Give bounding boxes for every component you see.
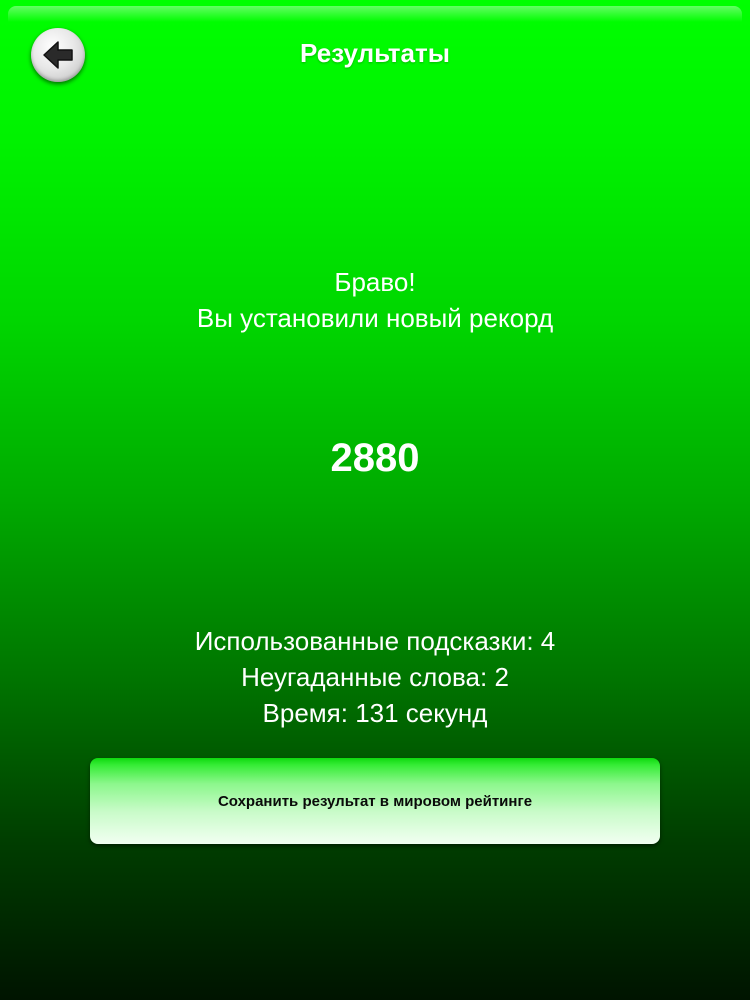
results-screen: Результаты Браво! Вы установили новый ре… [0,0,750,1000]
record-message: Браво! Вы установили новый рекорд [0,264,750,336]
new-record-text: Вы установили новый рекорд [196,303,554,333]
top-bar-highlight [8,6,742,22]
score-value: 2880 [330,436,420,480]
save-to-world-ranking-button[interactable]: Сохранить результат в мировом рейтинге [90,758,660,844]
bravo-text: Браво! [334,267,416,297]
save-button-label: Сохранить результат в мировом рейтинге [217,792,533,810]
page-title: Результаты [300,38,450,68]
stats-block: Использованные подсказки: 4 Неугаданные … [0,623,750,731]
unguessed-words-stat: Неугаданные слова: 2 [241,662,509,692]
time-stat: Время: 131 секунд [262,698,488,728]
hints-used-stat: Использованные подсказки: 4 [194,626,556,656]
